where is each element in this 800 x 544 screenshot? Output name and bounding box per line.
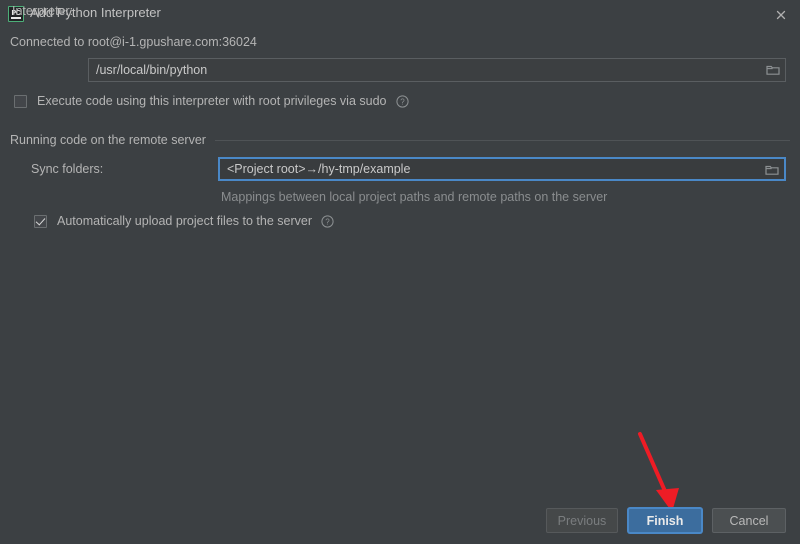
sync-folders-browse-folder-icon[interactable] — [761, 160, 783, 180]
remote-server-section-header: Running code on the remote server — [10, 132, 790, 148]
section-divider — [214, 140, 790, 141]
remote-server-section-title: Running code on the remote server — [10, 133, 206, 147]
add-python-interpreter-dialog: PC Add Python Interpreter Connected to r… — [0, 0, 800, 544]
close-icon[interactable] — [770, 4, 792, 26]
sync-folders-label: Sync folders: — [31, 162, 104, 176]
sync-folders-hint: Mappings between local project paths and… — [221, 190, 608, 204]
svg-text:?: ? — [400, 97, 405, 106]
sync-folders-input[interactable]: <Project root>→/hy-tmp/example — [218, 157, 786, 181]
interpreter-input[interactable]: /usr/local/bin/python — [88, 58, 786, 82]
title-bar: PC Add Python Interpreter — [0, 0, 800, 29]
connection-status: Connected to root@i-1.gpushare.com:36024 — [10, 35, 257, 49]
interpreter-browse-folder-icon[interactable] — [762, 60, 784, 80]
auto-upload-checkbox-label: Automatically upload project files to th… — [57, 214, 312, 228]
interpreter-label: Interpreter: — [12, 4, 74, 18]
previous-button[interactable]: Previous — [546, 508, 618, 533]
sync-folders-value: <Project root>→/hy-tmp/example — [227, 162, 411, 176]
annotation-arrow-icon — [620, 420, 710, 520]
sudo-checkbox-row[interactable]: Execute code using this interpreter with… — [14, 92, 409, 110]
sudo-help-icon[interactable]: ? — [395, 94, 409, 108]
sudo-checkbox-label: Execute code using this interpreter with… — [37, 94, 387, 108]
cancel-button[interactable]: Cancel — [712, 508, 786, 533]
finish-button[interactable]: Finish — [628, 508, 702, 533]
interpreter-value: /usr/local/bin/python — [96, 63, 208, 77]
sudo-checkbox[interactable] — [14, 94, 27, 108]
auto-upload-help-icon[interactable]: ? — [321, 214, 334, 228]
svg-text:?: ? — [325, 217, 330, 226]
auto-upload-checkbox[interactable] — [34, 214, 47, 228]
auto-upload-checkbox-row[interactable]: Automatically upload project files to th… — [34, 212, 334, 230]
